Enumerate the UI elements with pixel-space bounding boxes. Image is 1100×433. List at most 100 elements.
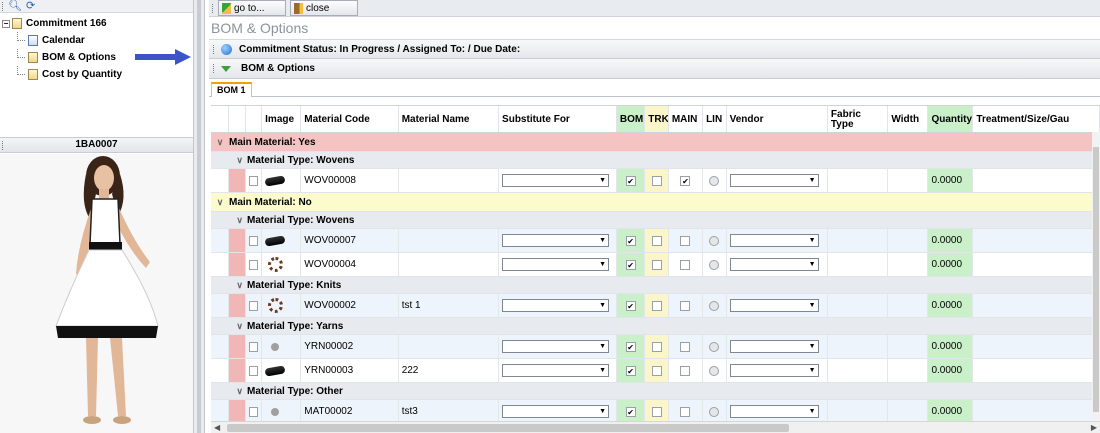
grid-cell-cb[interactable] (246, 335, 263, 358)
group-material-type[interactable]: ∨ Material Type: Yarns (211, 318, 1100, 335)
grid-cell-main[interactable] (669, 359, 704, 382)
tree-item-calendar[interactable]: Calendar (2, 32, 193, 49)
grid-cell-qty[interactable]: 0.0000 (928, 253, 974, 276)
grid-cell-lin[interactable] (703, 253, 727, 276)
substitute-for-select[interactable]: ▼ (502, 234, 610, 247)
quantity-value[interactable]: 0.0000 (931, 235, 962, 246)
expand-triangle-icon[interactable] (221, 65, 231, 72)
grid-cell-code[interactable]: YRN00002 (301, 335, 399, 358)
grid-cell-qty[interactable]: 0.0000 (928, 400, 974, 421)
column-header-lin[interactable]: LIN (703, 106, 727, 132)
tree-root[interactable]: − Commitment 166 (2, 15, 193, 32)
trk-checkbox[interactable] (651, 300, 662, 311)
grid-cell-sub[interactable]: ▼ (499, 229, 617, 252)
grid-cell-code[interactable]: WOV00002 (301, 294, 399, 317)
grid-cell-img[interactable] (262, 294, 302, 317)
toolbar-grip[interactable] (2, 1, 4, 11)
grid-cell-vendor[interactable]: ▼ (727, 253, 828, 276)
grid-cell-cb[interactable] (246, 229, 263, 252)
quantity-value[interactable]: 0.0000 (931, 341, 962, 352)
grid-cell-qty[interactable]: 0.0000 (928, 229, 974, 252)
lin-radio[interactable] (709, 365, 720, 376)
chevron-down-icon[interactable]: ∨ (211, 280, 247, 291)
grid-cell-sub[interactable]: ▼ (499, 294, 617, 317)
grid-cell-name[interactable]: tst3 (399, 400, 500, 421)
main-checkbox[interactable] (680, 365, 691, 376)
grid-cell-bom[interactable] (616, 253, 646, 276)
grid-cell-img[interactable] (262, 253, 302, 276)
bom-checkbox[interactable] (625, 406, 636, 417)
table-row[interactable]: WOV00007 ▼ ▼ 0.0000 (211, 229, 1100, 253)
column-header-bom[interactable]: BOM (616, 106, 646, 132)
close-button[interactable]: close (290, 0, 358, 16)
substitute-for-select[interactable]: ▼ (502, 364, 610, 377)
grid-cell-trk[interactable] (645, 359, 669, 382)
column-header-code[interactable]: Material Code (301, 106, 399, 132)
bom-checkbox[interactable] (625, 175, 636, 186)
grid-cell-trk[interactable] (645, 294, 669, 317)
lin-radio[interactable] (709, 235, 720, 246)
bom-checkbox[interactable] (625, 341, 636, 352)
grid-cell-main[interactable] (669, 169, 704, 192)
vendor-select[interactable]: ▼ (729, 299, 819, 312)
lin-radio[interactable] (709, 300, 720, 311)
grid-cell-name[interactable]: 222 (399, 359, 500, 382)
chevron-down-icon[interactable]: ∨ (211, 321, 247, 332)
chevron-down-icon[interactable]: ∨ (211, 137, 229, 148)
column-header-main[interactable]: MAIN (669, 106, 704, 132)
material-thumbnail[interactable] (265, 298, 285, 313)
chevron-down-icon[interactable]: ∨ (211, 215, 247, 226)
trk-checkbox[interactable] (651, 365, 662, 376)
main-checkbox[interactable] (680, 235, 691, 246)
chevron-down-icon[interactable]: ∨ (211, 386, 247, 397)
grid-cell-sub[interactable]: ▼ (499, 169, 617, 192)
grid-cell-code[interactable]: YRN00003 (301, 359, 399, 382)
horizontal-scroll-thumb[interactable] (227, 424, 789, 432)
substitute-for-select[interactable]: ▼ (502, 340, 610, 353)
grid-cell-trk[interactable] (645, 229, 669, 252)
vendor-select[interactable]: ▼ (729, 364, 819, 377)
grid-cell-img[interactable] (262, 400, 302, 421)
grid-cell-main[interactable] (669, 294, 704, 317)
search-icon[interactable]: 🔍︎ (8, 0, 22, 12)
grid-cell-lin[interactable] (703, 229, 727, 252)
grid-cell-img[interactable] (262, 335, 302, 358)
grid-cell-bom[interactable] (616, 335, 646, 358)
material-thumbnail[interactable] (265, 340, 285, 354)
bom-checkbox[interactable] (625, 235, 636, 246)
splitter-bar[interactable] (197, 0, 201, 433)
row-select-checkbox[interactable] (249, 259, 259, 270)
material-thumbnail[interactable] (264, 174, 286, 188)
substitute-for-select[interactable]: ▼ (502, 405, 610, 418)
vendor-select[interactable]: ▼ (729, 258, 819, 271)
pane-splitter[interactable] (193, 0, 205, 433)
grid-cell-img[interactable] (262, 359, 302, 382)
column-header-sub[interactable]: Substitute For (499, 106, 617, 132)
chevron-down-icon[interactable]: ∨ (211, 197, 229, 208)
row-select-checkbox[interactable] (249, 365, 259, 376)
trk-checkbox[interactable] (651, 406, 662, 417)
grid-cell-bom[interactable] (616, 400, 646, 421)
tree-item-cost-by-quantity[interactable]: Cost by Quantity (2, 66, 193, 83)
grid-cell-vendor[interactable]: ▼ (727, 400, 828, 421)
grid-cell-bom[interactable] (616, 229, 646, 252)
grid-cell-name[interactable] (399, 169, 500, 192)
main-checkbox[interactable] (680, 175, 691, 186)
refresh-icon[interactable]: ⟳ (26, 0, 35, 12)
grid-cell-lin[interactable] (703, 400, 727, 421)
grid-cell-sub[interactable]: ▼ (499, 253, 617, 276)
grid-cell-vendor[interactable]: ▼ (727, 169, 828, 192)
column-header-treat[interactable]: Treatment/Size/Gau (973, 106, 1100, 132)
group-material-type[interactable]: ∨ Material Type: Wovens (211, 152, 1100, 169)
grid-cell-qty[interactable]: 0.0000 (928, 169, 974, 192)
bom-checkbox[interactable] (625, 365, 636, 376)
scroll-right-icon[interactable]: ▶ (1091, 423, 1097, 432)
lin-radio[interactable] (709, 341, 720, 352)
main-checkbox[interactable] (680, 406, 691, 417)
material-thumbnail[interactable] (264, 234, 286, 248)
trk-checkbox[interactable] (651, 235, 662, 246)
grid-cell-cb[interactable] (246, 169, 263, 192)
grid-cell-vendor[interactable]: ▼ (727, 335, 828, 358)
panel-grip[interactable] (2, 141, 4, 150)
table-row[interactable]: MAT00002 tst3 ▼ ▼ 0.0000 (211, 400, 1100, 421)
